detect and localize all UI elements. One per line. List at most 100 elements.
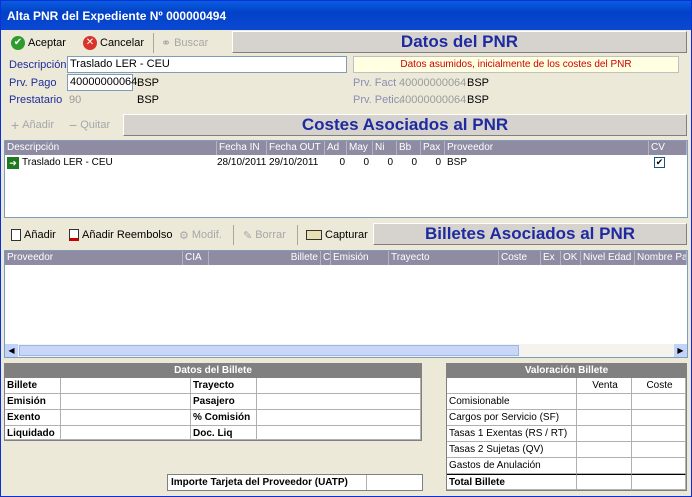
col-ok[interactable]: OK: [561, 251, 581, 265]
capture-button[interactable]: Capturar: [306, 225, 368, 245]
col-proveedor[interactable]: Proveedor: [445, 141, 649, 155]
comisionable-coste: [632, 394, 686, 410]
exento-label: Exento: [5, 410, 61, 426]
pnr-section-title: Datos del PNR: [232, 31, 687, 53]
col-trayecto[interactable]: Trayecto: [389, 251, 499, 265]
notice-banner: Datos asumidos, inicialmente de los cost…: [353, 56, 679, 73]
eraser-icon: ✎: [243, 229, 253, 242]
costes-add-button[interactable]: + Añadir: [11, 115, 54, 135]
description-label: Descripción: [9, 59, 67, 71]
scroll-thumb[interactable]: [19, 345, 519, 356]
main-window: Alta PNR del Expediente Nº 000000494 ✔ A…: [0, 0, 692, 497]
valoracion-panel: Valoración Billete Venta Coste Comisiona…: [446, 363, 687, 491]
prv-pago-label: Prv. Pago: [9, 77, 57, 89]
scroll-right-icon[interactable]: ▶: [674, 344, 687, 357]
costes-grid[interactable]: Descripción Fecha IN Fecha OUT Ad May Ni…: [4, 140, 688, 218]
toolbar-separator: [233, 225, 234, 245]
col-ni[interactable]: Ni: [373, 141, 397, 155]
billetes-grid[interactable]: Proveedor CIA Billete C Emisión Trayecto…: [4, 250, 688, 358]
reimbursement-icon: [69, 229, 79, 241]
total-billete-coste: [632, 474, 686, 490]
col-may[interactable]: May: [347, 141, 373, 155]
liquidado-value: [61, 426, 191, 440]
prv-fact-value: 40000000064: [399, 77, 467, 89]
coste-header: Coste: [632, 378, 686, 394]
gastos-anulacion-label: Gastos de Anulación: [447, 458, 577, 474]
venta-header: Venta: [577, 378, 632, 394]
col-ex[interactable]: Ex: [541, 251, 561, 265]
col-bb[interactable]: Bb: [397, 141, 421, 155]
cargos-servicio-label: Cargos por Servicio (SF): [447, 410, 577, 426]
modify-button[interactable]: ⚙ Modif.: [179, 225, 222, 245]
prv-pago-name: BSP: [137, 77, 160, 89]
trayecto-value: [257, 378, 421, 394]
total-billete-venta: [577, 474, 632, 490]
uatp-divider: [366, 475, 367, 490]
doc-liq-label: Doc. Liq: [191, 426, 257, 440]
tasas-exentas-label: Tasas 1 Exentas (RS / RT): [447, 426, 577, 442]
table-row[interactable]: ➔ Traslado LER - CEU 28/10/2011 29/10/20…: [5, 156, 687, 170]
col-billete[interactable]: Billete: [209, 251, 321, 265]
trayecto-label: Trayecto: [191, 378, 257, 394]
accept-button[interactable]: ✔ Aceptar: [11, 33, 66, 53]
cancel-button[interactable]: ✕ Cancelar: [83, 33, 144, 53]
scroll-left-icon[interactable]: ◀: [5, 344, 18, 357]
tasas-sujetas-coste: [632, 442, 686, 458]
prv-pago-field[interactable]: 40000000064: [67, 74, 137, 91]
capture-icon: [306, 230, 322, 240]
col-c[interactable]: C: [321, 251, 331, 265]
minus-icon: −: [69, 117, 78, 133]
tasas-sujetas-label: Tasas 2 Sujetas (QV): [447, 442, 577, 458]
liquidado-label: Liquidado: [5, 426, 61, 440]
check-icon: ✔: [11, 36, 25, 50]
comisionable-label: Comisionable: [447, 394, 577, 410]
col-nombre-pasajero[interactable]: Nombre Pa: [635, 251, 687, 265]
costes-section-title: Costes Asociados al PNR: [123, 114, 687, 136]
col-nivel-edad[interactable]: Nivel Edad: [581, 251, 635, 265]
tasas-exentas-venta: [577, 426, 632, 442]
col-fecha-in[interactable]: Fecha IN: [217, 141, 267, 155]
billetes-add-button[interactable]: Añadir: [11, 225, 56, 245]
comision-label: % Comisión: [191, 410, 257, 426]
binoculars-icon: ⚭: [161, 36, 172, 50]
col-proveedor[interactable]: Proveedor: [5, 251, 183, 265]
pasajero-value: [257, 394, 421, 410]
horizontal-scrollbar[interactable]: ◀ ▶: [5, 344, 687, 357]
uatp-box: Importe Tarjeta del Proveedor (UATP): [167, 474, 423, 491]
toolbar-separator: [153, 33, 154, 53]
comisionable-venta: [577, 394, 632, 410]
title-bar: Alta PNR del Expediente Nº 000000494: [1, 1, 691, 30]
billetes-section-title: Billetes Asociados al PNR: [373, 223, 687, 245]
prv-petic-name: BSP: [467, 94, 490, 106]
cv-checkbox[interactable]: ✔: [654, 157, 665, 168]
tasas-sujetas-venta: [577, 442, 632, 458]
pasajero-label: Pasajero: [191, 394, 257, 410]
col-ad[interactable]: Ad: [325, 141, 347, 155]
gastos-anulacion-coste: [632, 458, 686, 474]
col-cia[interactable]: CIA: [183, 251, 209, 265]
delete-button[interactable]: ✎ Borrar: [243, 225, 286, 245]
add-reimbursement-button[interactable]: Añadir Reembolso: [69, 225, 173, 245]
search-button[interactable]: ⚭ Buscar: [161, 33, 208, 53]
valoracion-header-blank: [447, 378, 577, 394]
col-coste[interactable]: Coste: [499, 251, 541, 265]
prestatario-name: BSP: [137, 94, 160, 106]
prv-petic-label: Prv. Petic.: [353, 94, 403, 106]
modify-icon: ⚙: [179, 229, 189, 242]
cancel-icon: ✕: [83, 36, 97, 50]
exento-value: [61, 410, 191, 426]
costes-remove-button[interactable]: − Quitar: [69, 115, 110, 135]
col-cv[interactable]: CV: [649, 141, 687, 155]
comision-value: [257, 410, 421, 426]
new-document-icon: [11, 229, 21, 241]
total-billete-label: Total Billete: [447, 474, 577, 490]
col-pax[interactable]: Pax: [421, 141, 445, 155]
prv-fact-label: Prv. Fact: [353, 77, 397, 89]
billete-value: [61, 378, 191, 394]
tasas-exentas-coste: [632, 426, 686, 442]
col-emision[interactable]: Emisión: [331, 251, 389, 265]
col-fecha-out[interactable]: Fecha OUT: [267, 141, 325, 155]
description-field[interactable]: Traslado LER - CEU: [67, 56, 347, 73]
col-descripcion[interactable]: Descripción: [5, 141, 217, 155]
emision-label: Emisión: [5, 394, 61, 410]
